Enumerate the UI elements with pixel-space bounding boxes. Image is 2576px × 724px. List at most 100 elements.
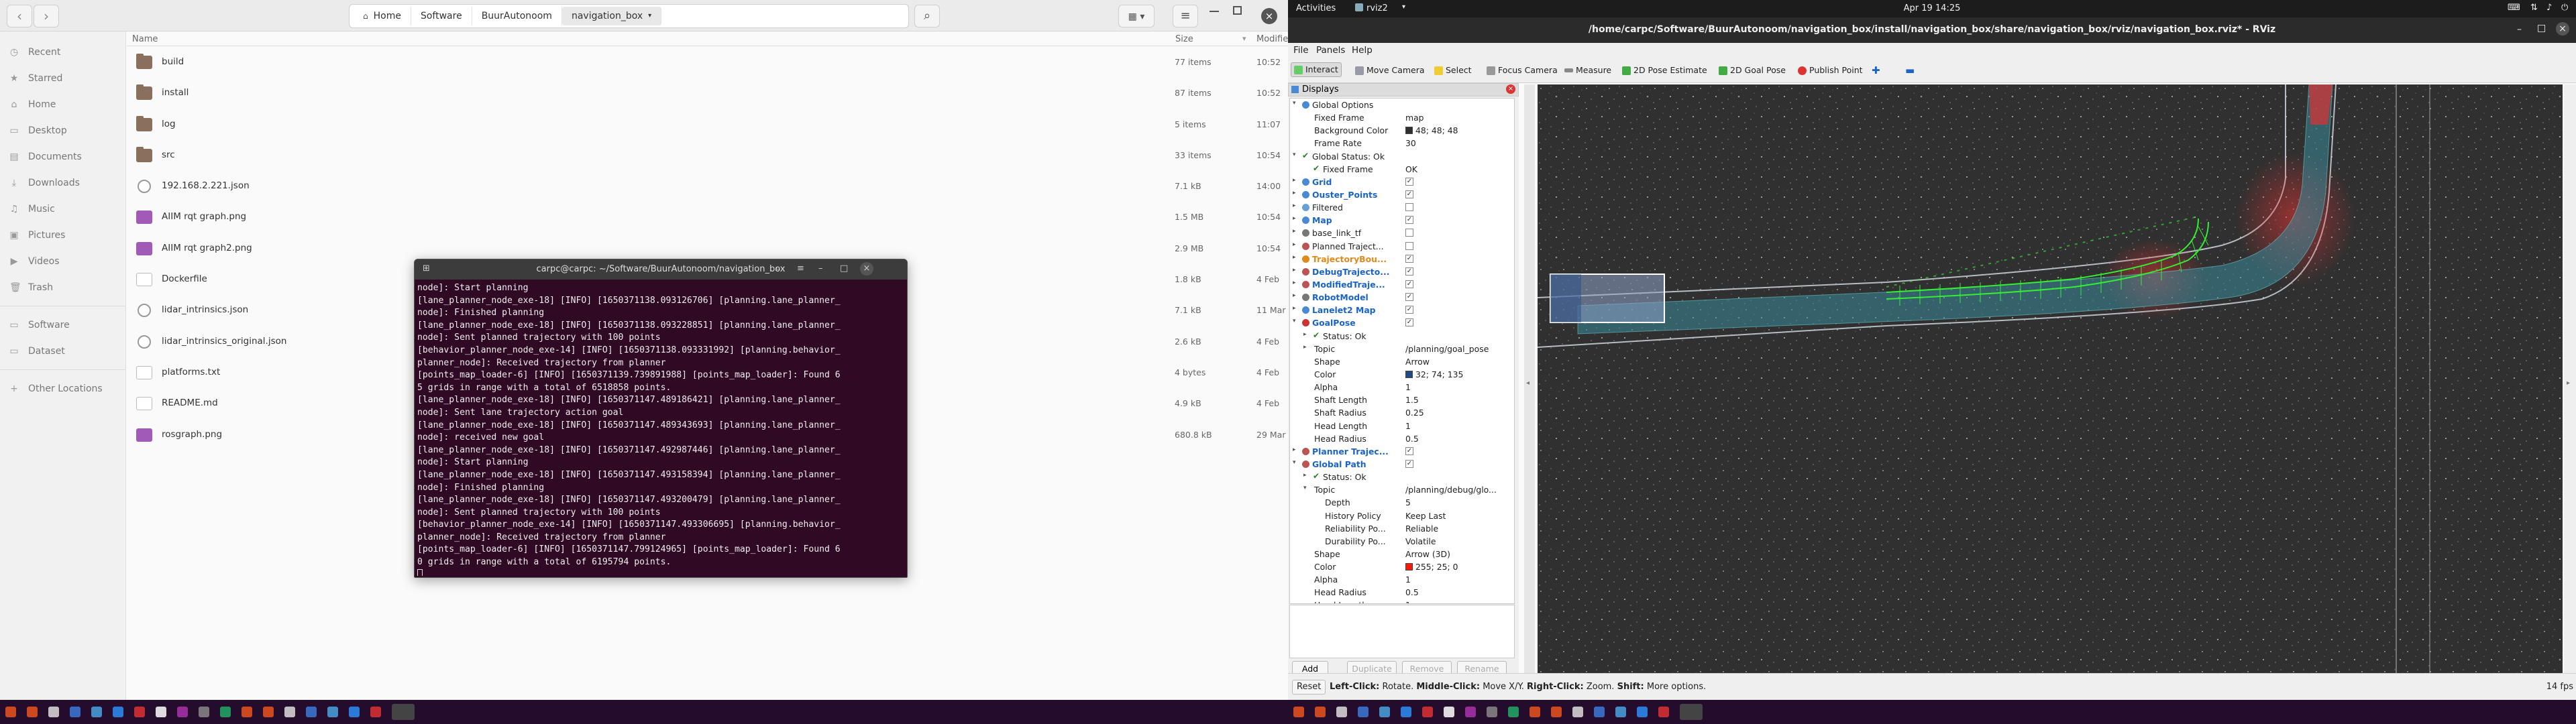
sidebar-item-home[interactable]: ⌂ Home: [0, 91, 125, 117]
remove-tool-button[interactable]: ▬: [1905, 63, 1915, 78]
taskbar-app-icon[interactable]: [91, 707, 102, 717]
tool-interact[interactable]: Interact: [1291, 62, 1342, 77]
taskbar-app-icon[interactable]: [27, 707, 38, 717]
tree-row-ouster-points[interactable]: ▸ Ouster_Points ✓: [1290, 188, 1514, 201]
reset-button[interactable]: Reset: [1292, 680, 1326, 695]
file-row[interactable]: 192.168.2.221.json 7.1 kB 14:00: [127, 172, 1288, 202]
taskbar-app-icon[interactable]: [306, 707, 317, 717]
menu-panels[interactable]: Panels: [1316, 45, 1345, 56]
taskbar-app-icon[interactable]: [113, 707, 123, 717]
property-value[interactable]: 1: [1405, 600, 1411, 603]
sidebar-item-desktop[interactable]: ▭ Desktop: [0, 117, 125, 143]
tool-focus-camera[interactable]: Focus Camera: [1487, 63, 1558, 78]
tree-row-modifiedtraje[interactable]: ▸ ModifiedTraje... ✓: [1290, 278, 1514, 291]
taskbar-app-icon[interactable]: [1572, 707, 1583, 717]
activities-button[interactable]: Activities: [1296, 3, 1336, 13]
back-button[interactable]: ‹: [7, 5, 32, 27]
sidebar-item-music[interactable]: ♫ Music: [0, 196, 125, 222]
property-value[interactable]: Reliable: [1405, 524, 1438, 534]
sidebar-item-videos[interactable]: ▶ Videos: [0, 248, 125, 274]
panel-splitter[interactable]: ◂: [1524, 84, 1535, 673]
expand-right-icon[interactable]: ▸: [1293, 190, 1296, 196]
visibility-checkbox[interactable]: ✓: [1405, 459, 1413, 468]
tree-row-depth[interactable]: Depth 5: [1290, 496, 1514, 509]
network-icon[interactable]: ⇅: [2530, 3, 2538, 13]
expand-right-icon[interactable]: ▸: [1293, 215, 1296, 222]
tree-row-filtered[interactable]: ▸ Filtered: [1290, 201, 1514, 214]
property-value[interactable]: /planning/debug/glo...: [1405, 485, 1497, 495]
taskbar-app-icon[interactable]: [177, 707, 188, 717]
visibility-checkbox[interactable]: ✓: [1405, 177, 1413, 186]
visibility-checkbox[interactable]: ✓: [1405, 254, 1413, 263]
tree-row-shape[interactable]: Shape Arrow: [1290, 355, 1514, 368]
app-menu[interactable]: rviz2: [1366, 3, 1388, 13]
color-swatch[interactable]: [1405, 563, 1413, 571]
terminal-titlebar[interactable]: ⊞ carpc@carpc: ~/Software/BuurAutonoom/n…: [415, 259, 907, 280]
sidebar-item-dataset[interactable]: ▭ Dataset: [0, 338, 125, 364]
taskbar-app-icon[interactable]: [199, 707, 209, 717]
taskbar-app-icon[interactable]: [1336, 707, 1347, 717]
taskbar-app-icon[interactable]: [1508, 707, 1519, 717]
expand-right-icon[interactable]: ▸: [1293, 267, 1296, 274]
tree-row-lanelet2-map[interactable]: ▸ Lanelet2 Map ✓: [1290, 304, 1514, 316]
taskbar-app-icon[interactable]: [1444, 707, 1454, 717]
taskbar-active-terminal[interactable]: [392, 704, 415, 720]
breadcrumb-navigation-box[interactable]: navigation_box ▾: [561, 7, 662, 25]
sidebar-item-recent[interactable]: ◷ Recent: [0, 39, 125, 65]
taskbar-app-icon[interactable]: [134, 707, 145, 717]
taskbar-app-icon[interactable]: [1379, 707, 1390, 717]
visibility-checkbox[interactable]: ✓: [1405, 293, 1413, 302]
tree-row-fixed-frame[interactable]: ✔ Fixed Frame OK: [1290, 163, 1514, 176]
maximize-button[interactable]: [1233, 6, 1242, 15]
visibility-checkbox[interactable]: ✓: [1405, 267, 1413, 276]
expand-right-icon[interactable]: ▸: [1293, 241, 1296, 248]
color-swatch[interactable]: [1405, 127, 1413, 135]
tree-row-head-length[interactable]: Head Length 1: [1290, 420, 1514, 432]
tree-row-reliability-po[interactable]: Reliability Po... Reliable: [1290, 522, 1514, 535]
taskbar-app-icon[interactable]: [156, 707, 166, 717]
property-value[interactable]: 1.5: [1405, 395, 1419, 405]
sidebar-item-starred[interactable]: ★ Starred: [0, 65, 125, 91]
expand-down-icon[interactable]: ▾: [1293, 318, 1296, 324]
tree-row-planned-traject[interactable]: ▸ Planned Traject...: [1290, 240, 1514, 253]
property-value[interactable]: Keep Last: [1405, 511, 1446, 521]
taskbar-app-icon[interactable]: [1422, 707, 1433, 717]
expand-right-icon[interactable]: ▸: [1303, 344, 1307, 351]
property-value[interactable]: 1: [1405, 575, 1411, 585]
close-panel-icon[interactable]: ×: [1506, 84, 1515, 94]
taskbar-app-icon[interactable]: [1315, 707, 1326, 717]
tree-row-global-status-ok[interactable]: ▾ ✔ Global Status: Ok: [1290, 150, 1514, 163]
taskbar-app-icon[interactable]: [263, 707, 274, 717]
tree-row-fixed-frame[interactable]: Fixed Frame map: [1290, 111, 1514, 124]
tree-row-history-policy[interactable]: History Policy Keep Last: [1290, 509, 1514, 522]
tool-2d-goal-pose[interactable]: 2D Goal Pose: [1719, 63, 1786, 78]
tree-row-shape[interactable]: Shape Arrow (3D): [1290, 548, 1514, 560]
file-row[interactable]: log 5 items 11:07: [127, 110, 1288, 141]
tree-row-base-link-tf[interactable]: ▸ base_link_tf: [1290, 227, 1514, 239]
terminal-output[interactable]: node]: Start planning [lane_planner_node_…: [415, 280, 907, 576]
taskbar-app-icon[interactable]: [70, 707, 80, 717]
breadcrumb-buurautonoom[interactable]: BuurAutonoom: [472, 7, 562, 25]
taskbar-app-icon[interactable]: [370, 707, 381, 717]
maximize-icon[interactable]: □: [840, 263, 848, 274]
forward-button[interactable]: ›: [34, 5, 59, 27]
visibility-checkbox[interactable]: ✓: [1405, 318, 1413, 327]
column-name[interactable]: Name: [132, 34, 158, 44]
expand-right-icon[interactable]: ▸: [1293, 446, 1296, 453]
expand-down-icon[interactable]: ▾: [1293, 100, 1296, 107]
taskbar-active-terminal[interactable]: [1680, 704, 1703, 720]
tree-row-background-color[interactable]: Background Color 48; 48; 48: [1290, 124, 1514, 137]
expand-down-icon[interactable]: ▾: [1303, 485, 1307, 491]
taskbar-app-icon[interactable]: [1615, 707, 1626, 717]
property-value[interactable]: 1: [1405, 421, 1411, 431]
close-icon[interactable]: ×: [860, 262, 873, 276]
color-swatch[interactable]: [1405, 370, 1413, 378]
property-value[interactable]: /planning/goal_pose: [1405, 344, 1489, 354]
property-value[interactable]: 32; 74; 135: [1405, 369, 1463, 379]
tree-row-trajectorybou[interactable]: ▸ TrajectoryBou... ✓: [1290, 253, 1514, 265]
keyboard-icon[interactable]: ⌨: [2508, 3, 2520, 13]
menu-help[interactable]: Help: [1352, 45, 1373, 56]
visibility-checkbox[interactable]: ✓: [1405, 446, 1413, 455]
taskbar-app-icon[interactable]: [1551, 707, 1562, 717]
file-row[interactable]: install 87 items 10:52: [127, 78, 1288, 109]
